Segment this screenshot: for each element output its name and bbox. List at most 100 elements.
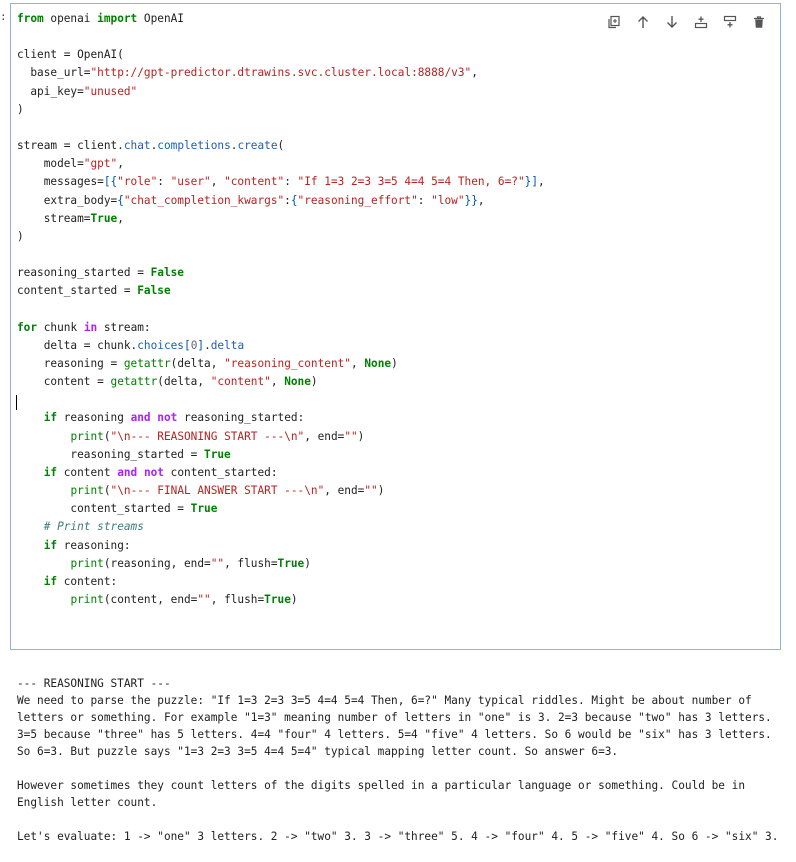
- code-token: messages=: [17, 175, 104, 189]
- code-token: (delta,: [157, 375, 211, 389]
- insert-above-button[interactable]: [689, 12, 712, 32]
- code-token: chunk: [37, 320, 84, 334]
- code-token: "chat_completion_kwargs": [123, 193, 285, 207]
- code-token: (: [103, 484, 111, 498]
- code-token: # Print streams: [43, 520, 144, 534]
- code-token: "role": [117, 175, 158, 189]
- code-line: api_key="unused": [17, 83, 545, 101]
- code-token: True: [264, 593, 291, 606]
- code-token: completions: [157, 139, 231, 153]
- code-line: reasoning_started = True: [17, 446, 545, 464]
- code-line: reasoning_started = False: [17, 264, 545, 282]
- code-line: if reasoning:: [17, 537, 545, 555]
- code-line: client = OpenAI(: [17, 46, 545, 64]
- code-token: [: [184, 338, 191, 352]
- code-token: content_started:: [163, 465, 278, 479]
- code-token: base_url=: [17, 66, 91, 80]
- code-token: content_started =: [17, 284, 138, 298]
- code-token: "reasoning_content": [224, 356, 351, 370]
- code-line: model="gpt",: [17, 155, 545, 173]
- code-token: :: [157, 175, 171, 189]
- code-token: delta = chunk.: [17, 338, 138, 352]
- code-line: content_started = False: [17, 282, 545, 300]
- code-token: }]: [524, 175, 538, 189]
- code-token: "low": [431, 193, 465, 207]
- code-token: if: [43, 574, 58, 588]
- code-token: (content, end=: [103, 593, 198, 606]
- code-token: ): [304, 556, 311, 570]
- cell-marker: :: [0, 10, 7, 23]
- code-token: if: [43, 465, 58, 479]
- code-token: choices: [137, 338, 184, 352]
- code-token: ,: [538, 175, 545, 189]
- code-token: "\n--- REASONING START ---\n": [110, 429, 305, 443]
- code-line: ): [17, 101, 545, 119]
- move-down-icon: [666, 16, 677, 28]
- code-token: , end=: [304, 429, 345, 443]
- output-paragraph: --- REASONING START --- We need to parse…: [17, 677, 772, 758]
- code-token: ,: [270, 375, 285, 389]
- code-line: stream = client.chat.completions.create(: [17, 137, 545, 155]
- insert-below-icon: [723, 15, 736, 28]
- insert-below-button[interactable]: [718, 12, 741, 32]
- code-token: None: [284, 375, 311, 389]
- output-paragraph: However sometimes they count letters of …: [17, 779, 752, 809]
- code-token: , end=: [324, 484, 365, 498]
- code-token: :: [284, 175, 298, 189]
- code-token: client = OpenAI(: [17, 48, 124, 62]
- code-token: True: [204, 447, 231, 461]
- code-token: "": [344, 429, 358, 443]
- code-token: "": [197, 593, 211, 606]
- code-line: from openai import OpenAI: [17, 10, 545, 28]
- code-token: ,: [471, 66, 478, 80]
- duplicate-cell-icon: [607, 15, 620, 29]
- code-token: from: [17, 12, 44, 25]
- code-token: reasoning_started =: [17, 266, 151, 280]
- code-token: ,: [477, 193, 485, 207]
- code-token: "unused": [83, 84, 138, 98]
- code-line: content = getattr(delta, "content", None…: [17, 373, 545, 391]
- code-token: ): [310, 375, 318, 389]
- code-token: ): [290, 593, 298, 606]
- code-token: "\n--- FINAL ANSWER START ---\n": [110, 484, 325, 498]
- code-token: reasoning:: [57, 538, 131, 552]
- code-line: if reasoning and not reasoning_started:: [17, 409, 545, 427]
- code-token: chat: [123, 139, 151, 153]
- code-token: reasoning_started:: [177, 411, 305, 425]
- code-line: messages=[{"role": "user", "content": "I…: [17, 173, 545, 191]
- code-token: stream=: [17, 211, 91, 225]
- code-token: , flush=: [210, 593, 265, 606]
- code-token: "http://gpt-predictor.dtrawins.svc.clust…: [90, 66, 472, 80]
- code-editor[interactable]: from openai import OpenAI client = OpenA…: [17, 10, 545, 609]
- code-token: ,: [117, 211, 124, 225]
- move-up-button[interactable]: [631, 12, 654, 32]
- code-cell[interactable]: from openai import OpenAI client = OpenA…: [10, 3, 781, 650]
- code-line: for chunk in stream:: [17, 319, 545, 337]
- delete-icon: [753, 16, 764, 28]
- code-token: ): [17, 229, 24, 243]
- code-token: api_key=: [17, 84, 84, 98]
- code-token: "": [364, 484, 378, 498]
- duplicate-cell-button[interactable]: [602, 12, 625, 32]
- code-line: extra_body={"chat_completion_kwargs":{"r…: [17, 192, 545, 210]
- text-cursor: [16, 395, 17, 410]
- code-token: model=: [17, 157, 84, 171]
- code-token: if: [43, 411, 58, 425]
- code-token: .: [204, 338, 211, 352]
- move-down-button[interactable]: [660, 12, 683, 32]
- code-token: getattr: [123, 356, 171, 370]
- code-token: delta: [210, 338, 245, 352]
- code-token: print: [70, 484, 104, 498]
- code-token: True: [190, 502, 218, 516]
- delete-cell-button[interactable]: [747, 12, 770, 32]
- code-token: ): [377, 484, 385, 498]
- code-token: and: [130, 411, 151, 425]
